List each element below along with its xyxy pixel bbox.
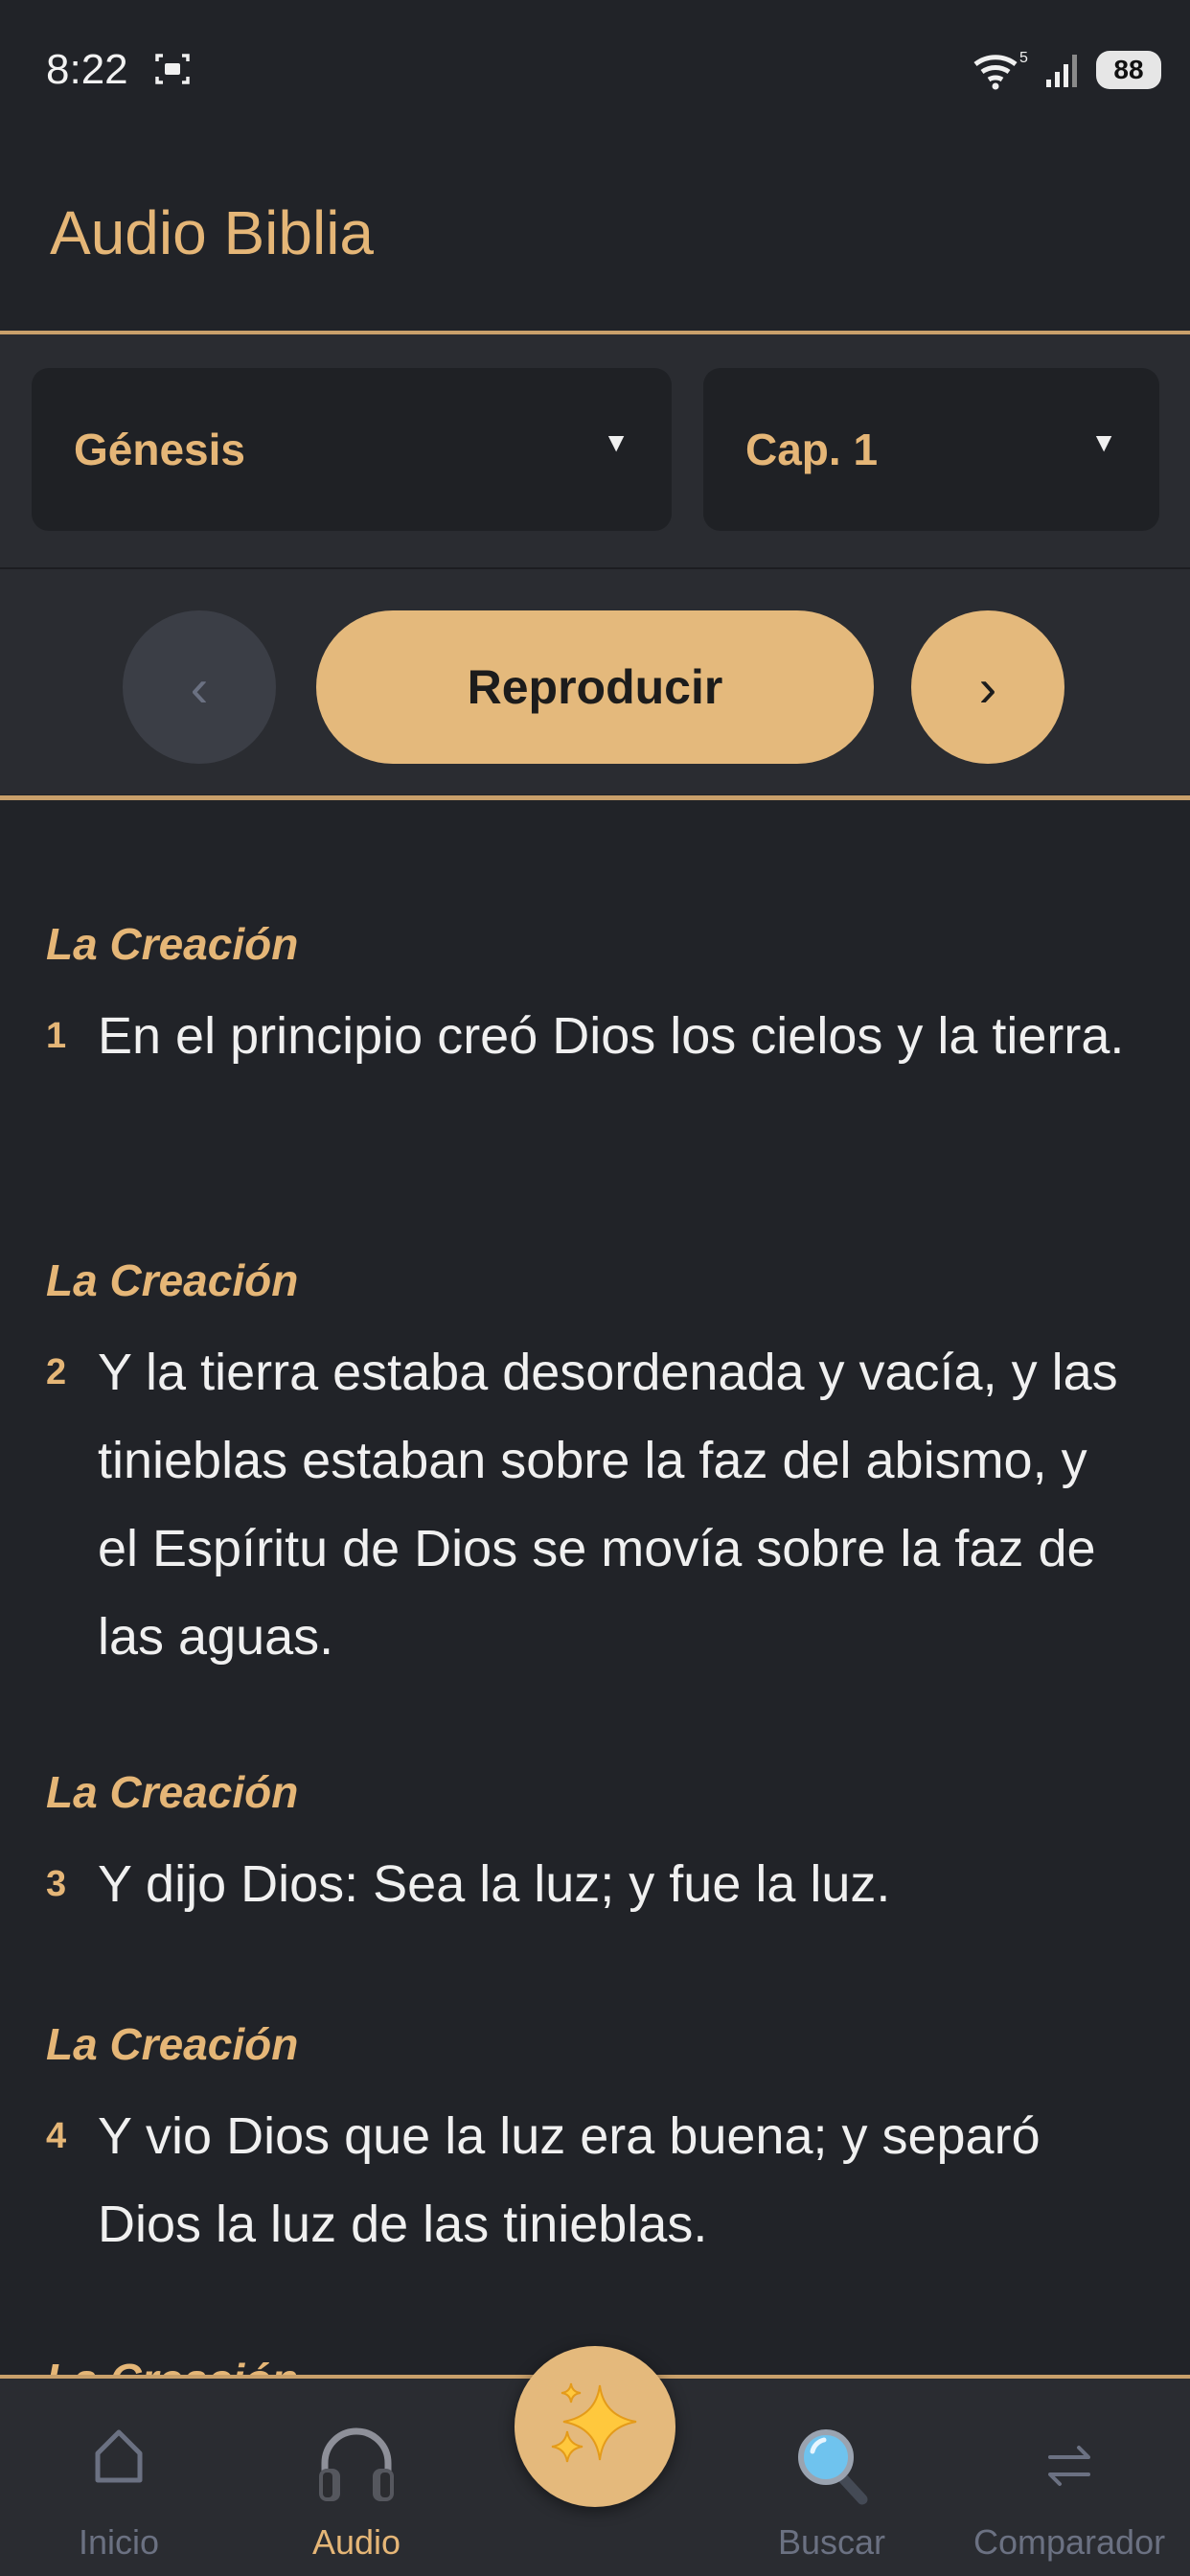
headphones-icon xyxy=(319,2427,394,2501)
verse-block[interactable]: La Creación 4 Y vio Dios que la luz era … xyxy=(46,2015,1138,2268)
controls-divider xyxy=(0,567,1190,569)
screen-record-icon xyxy=(155,54,190,84)
chapter-dropdown[interactable]: Cap. 1 ▼ xyxy=(703,368,1159,531)
chevron-left-icon: ‹ xyxy=(190,656,209,718)
app-bar: Audio Biblia xyxy=(0,144,1190,331)
section-heading: La Creación xyxy=(46,1255,299,1305)
swap-arrows-icon xyxy=(1048,2446,1090,2486)
sparkles-button[interactable] xyxy=(515,2346,675,2507)
player-controls: Génesis ▼ Cap. 1 ▼ ‹ Reproducir › xyxy=(0,334,1190,794)
verse-text: En el principio creó Dios los cielos y l… xyxy=(98,1007,1125,1065)
sparkles-icon xyxy=(551,2382,637,2463)
chevron-right-icon: › xyxy=(978,656,997,718)
verse-block[interactable]: La Creación 3 Y dijo Dios: Sea la luz; y… xyxy=(46,1763,1138,1928)
status-time: 8:22 xyxy=(46,46,128,93)
nav-item-buscar[interactable]: Buscar xyxy=(736,2379,927,2576)
book-dropdown-value: Génesis xyxy=(74,425,245,474)
verse-number: 4 xyxy=(46,2116,67,2156)
nav-item-comparador[interactable]: Comparador xyxy=(973,2379,1165,2576)
section-heading: La Creación xyxy=(46,1767,299,1817)
verse-number: 3 xyxy=(46,1864,67,1904)
chapter-dropdown-value: Cap. 1 xyxy=(745,425,879,474)
verse-text: Y vio Dios que la luz era buena; y separ… xyxy=(98,2107,1041,2253)
verse-number: 2 xyxy=(46,1352,67,1392)
nav-label: Buscar xyxy=(777,2522,886,2562)
wifi-badge: 5 xyxy=(1019,50,1028,66)
nav-item-audio[interactable]: Audio xyxy=(261,2379,452,2576)
status-bar: 8:22 5 88 xyxy=(0,0,1190,144)
app-title: Audio Biblia xyxy=(50,198,374,267)
status-indicators: 5 88 xyxy=(972,46,1161,94)
section-heading: La Creación xyxy=(46,2019,299,2069)
nav-label: Comparador xyxy=(973,2522,1166,2562)
chevron-down-icon: ▼ xyxy=(1090,427,1117,457)
nav-label: Inicio xyxy=(78,2522,160,2562)
magnifier-icon xyxy=(798,2429,868,2505)
verse-text: Y dijo Dios: Sea la luz; y fue la luz. xyxy=(98,1855,891,1913)
section-heading: La Creación xyxy=(46,919,299,969)
book-dropdown[interactable]: Génesis ▼ xyxy=(32,368,672,531)
next-chapter-button[interactable]: › xyxy=(911,610,1064,764)
battery-indicator: 88 xyxy=(1096,51,1161,89)
nav-item-inicio[interactable]: Inicio xyxy=(23,2379,215,2576)
play-button[interactable]: Reproducir xyxy=(316,610,874,764)
signal-icon xyxy=(1046,55,1077,87)
verse-number: 1 xyxy=(46,1016,67,1056)
chevron-down-icon: ▼ xyxy=(603,427,629,457)
wifi-icon: 5 xyxy=(973,50,1028,90)
verse-block[interactable]: La Creación 2 Y la tierra estaba desorde… xyxy=(46,1252,1138,1681)
previous-chapter-button[interactable]: ‹ xyxy=(123,610,276,764)
home-icon xyxy=(95,2429,143,2483)
verse-block[interactable]: La Creación 1 En el principio creó Dios … xyxy=(46,915,1138,1080)
verse-text: Y la tierra estaba desordenada y vacía, … xyxy=(98,1344,1118,1666)
chapter-text: La Creación 1 En el principio creó Dios … xyxy=(0,800,1190,2377)
nav-label: Audio xyxy=(311,2522,401,2562)
